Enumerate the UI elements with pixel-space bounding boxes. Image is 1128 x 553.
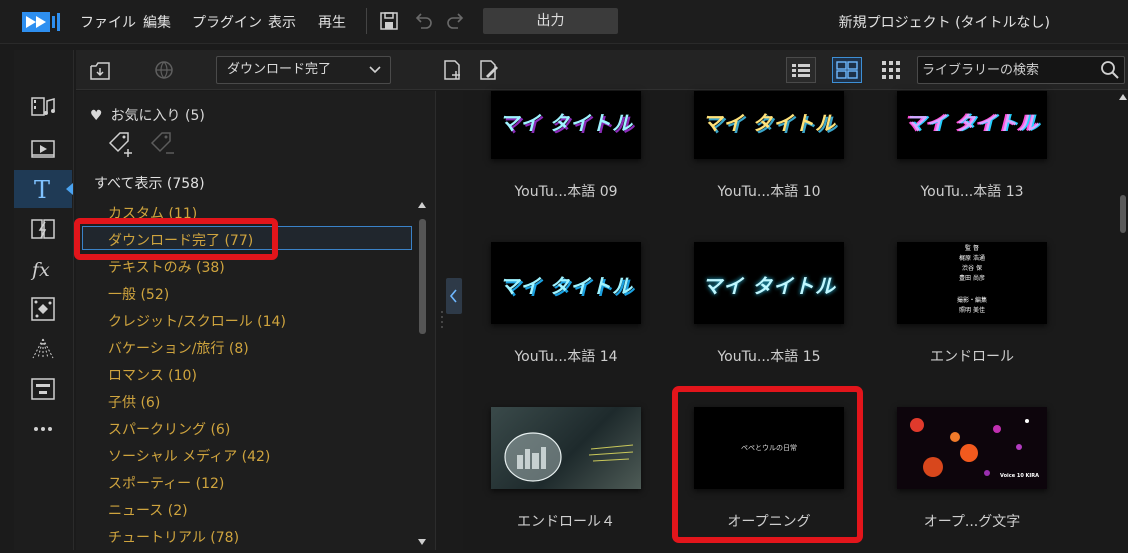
credit-line: 豊田 尚彦 — [959, 275, 985, 282]
tile-label: オープ...グ文字 — [923, 514, 1021, 530]
credit-line: 渋谷 保 — [962, 265, 982, 272]
fishbowl-image — [504, 432, 634, 482]
tile-label: YouTu...本語 09 — [514, 184, 618, 200]
credit-line: 監 督 — [965, 245, 979, 252]
list-view-icon — [792, 64, 810, 77]
title-thumbnail[interactable]: マイ タイトル — [897, 91, 1047, 159]
undo-icon[interactable] — [412, 10, 434, 32]
save-icon[interactable] — [378, 10, 400, 32]
title-thumbnail[interactable]: マイ タイトル — [694, 91, 844, 159]
category-item[interactable]: チュートリアル (78) — [108, 527, 239, 547]
add-tag-icon[interactable] — [106, 129, 136, 159]
category-item[interactable]: 子供 (6) — [108, 392, 160, 412]
transition-icon[interactable] — [30, 216, 56, 242]
svg-text:fx: fx — [30, 259, 50, 281]
search-icon[interactable] — [1100, 60, 1120, 80]
tile-label: エンドロール４ — [517, 514, 615, 530]
heart-icon: ♥ — [90, 108, 103, 124]
library-search-input[interactable] — [918, 57, 1094, 83]
room-rail: T fx — [14, 50, 74, 550]
menu-view[interactable]: 表示 — [268, 12, 296, 32]
title-thumbnail[interactable]: Voice 10 KIRA — [897, 407, 1047, 489]
chevron-left-icon — [449, 289, 457, 303]
rail-active-arrow-icon — [66, 183, 73, 195]
menu-bar: ファイル 編集 プラグイン 表示 再生 出力 新規プロジェクト (タイトルなし) — [0, 0, 1128, 44]
app-logo-icon[interactable] — [22, 10, 62, 34]
remove-tag-icon[interactable] — [148, 129, 178, 159]
thumbnail-title-text: マイ タイトル — [905, 111, 1039, 135]
chevron-down-icon — [368, 57, 382, 93]
redo-icon[interactable] — [445, 10, 467, 32]
output-button[interactable]: 出力 — [483, 8, 618, 34]
collapse-panel-button[interactable] — [446, 278, 462, 314]
menu-playback[interactable]: 再生 — [318, 12, 346, 32]
menu-edit[interactable]: 編集 — [143, 12, 171, 32]
particle-icon[interactable] — [30, 296, 56, 322]
grid-view-button[interactable] — [832, 57, 862, 83]
favorites-label: お気に入り (5) — [110, 108, 205, 124]
credit-line: 梶原 浩通 — [959, 255, 985, 262]
modify-title-icon[interactable] — [476, 58, 500, 82]
svg-text:T: T — [34, 176, 50, 202]
category-item[interactable]: スパークリング (6) — [108, 419, 230, 439]
menu-file[interactable]: ファイル — [80, 12, 136, 32]
import-media-icon[interactable] — [88, 58, 112, 82]
thumbnail-title-text: マイ タイトル — [499, 111, 633, 135]
credit-line: 撮影・編集 — [956, 297, 987, 304]
category-dropdown[interactable]: ダウンロード完了 — [216, 56, 391, 84]
media-room-icon[interactable] — [30, 94, 56, 120]
title-thumbnail[interactable]: 監 督 梶原 浩通 渋谷 保 豊田 尚彦 撮影・編集 照明 美佳 — [897, 242, 1047, 324]
category-item[interactable]: ニュース (2) — [108, 500, 188, 520]
list-view-button[interactable] — [786, 57, 816, 83]
highlight-frame — [74, 218, 278, 260]
category-item[interactable]: クレジット/スクロール (14) — [108, 311, 286, 331]
category-panel: ♥ お気に入り (5) すべて表示 (758) カスタム (11) ダウンロード完… — [76, 91, 436, 550]
category-item[interactable]: ソーシャル メディア (42) — [108, 446, 270, 466]
new-title-icon[interactable] — [440, 58, 464, 82]
category-dropdown-value: ダウンロード完了 — [227, 62, 332, 77]
title-thumbnail[interactable]: マイ タイトル — [491, 242, 641, 324]
light-ray-icon[interactable] — [30, 336, 56, 362]
subtitle-icon[interactable] — [30, 376, 56, 402]
library-search[interactable] — [917, 56, 1125, 84]
thumbnail-title-text: Voice 10 KIRA — [1000, 473, 1039, 479]
video-fx-icon[interactable] — [30, 136, 56, 162]
favorites-item[interactable]: ♥ お気に入り (5) — [90, 105, 205, 125]
tile-label: YouTu...本語 10 — [717, 184, 821, 200]
panel-resize-grip-icon[interactable] — [439, 308, 445, 332]
more-icon[interactable] — [30, 416, 56, 442]
show-all-item[interactable]: すべて表示 (758) — [94, 173, 205, 193]
download-content-icon[interactable] — [152, 58, 176, 82]
grid-view-icon — [836, 61, 858, 79]
grid-scrollbar[interactable] — [1118, 92, 1128, 550]
title-thumbnail[interactable] — [491, 407, 641, 489]
category-item[interactable]: スポーティー (12) — [108, 473, 224, 493]
thumbnail-title-text: マイ タイトル — [499, 274, 633, 298]
thumbnail-title-text: マイ タイトル — [702, 111, 836, 135]
thumbnail-size-icon[interactable] — [880, 59, 902, 81]
menu-plugins[interactable]: プラグイン — [192, 12, 262, 32]
fx-icon[interactable]: fx — [30, 256, 56, 282]
credit-line: 照明 美佳 — [959, 307, 985, 314]
library-toolbar: ダウンロード完了 — [76, 50, 1128, 90]
grid-scroll-thumb[interactable] — [1120, 195, 1126, 233]
tile-label: エンドロール — [930, 349, 1014, 365]
category-item[interactable]: ロマンス (10) — [108, 365, 197, 385]
category-item[interactable]: バケーション/旅行 (8) — [108, 338, 249, 358]
thumbnail-title-text: マイ タイトル — [702, 274, 836, 298]
category-item[interactable]: 一般 (52) — [108, 284, 169, 304]
tile-label: YouTu...本語 14 — [514, 349, 618, 365]
title-icon[interactable]: T — [30, 176, 56, 202]
project-title: 新規プロジェクト (タイトルなし) — [838, 15, 1050, 31]
category-scroll-thumb[interactable] — [419, 219, 426, 334]
highlight-frame — [672, 386, 863, 543]
tile-label: YouTu...本語 15 — [717, 349, 821, 365]
category-item[interactable]: テキストのみ (38) — [108, 257, 225, 277]
title-thumbnail[interactable]: マイ タイトル — [694, 242, 844, 324]
title-thumbnail[interactable]: マイ タイトル — [491, 91, 641, 159]
menu-divider — [366, 8, 367, 34]
tile-label: YouTu...本語 13 — [920, 184, 1024, 200]
